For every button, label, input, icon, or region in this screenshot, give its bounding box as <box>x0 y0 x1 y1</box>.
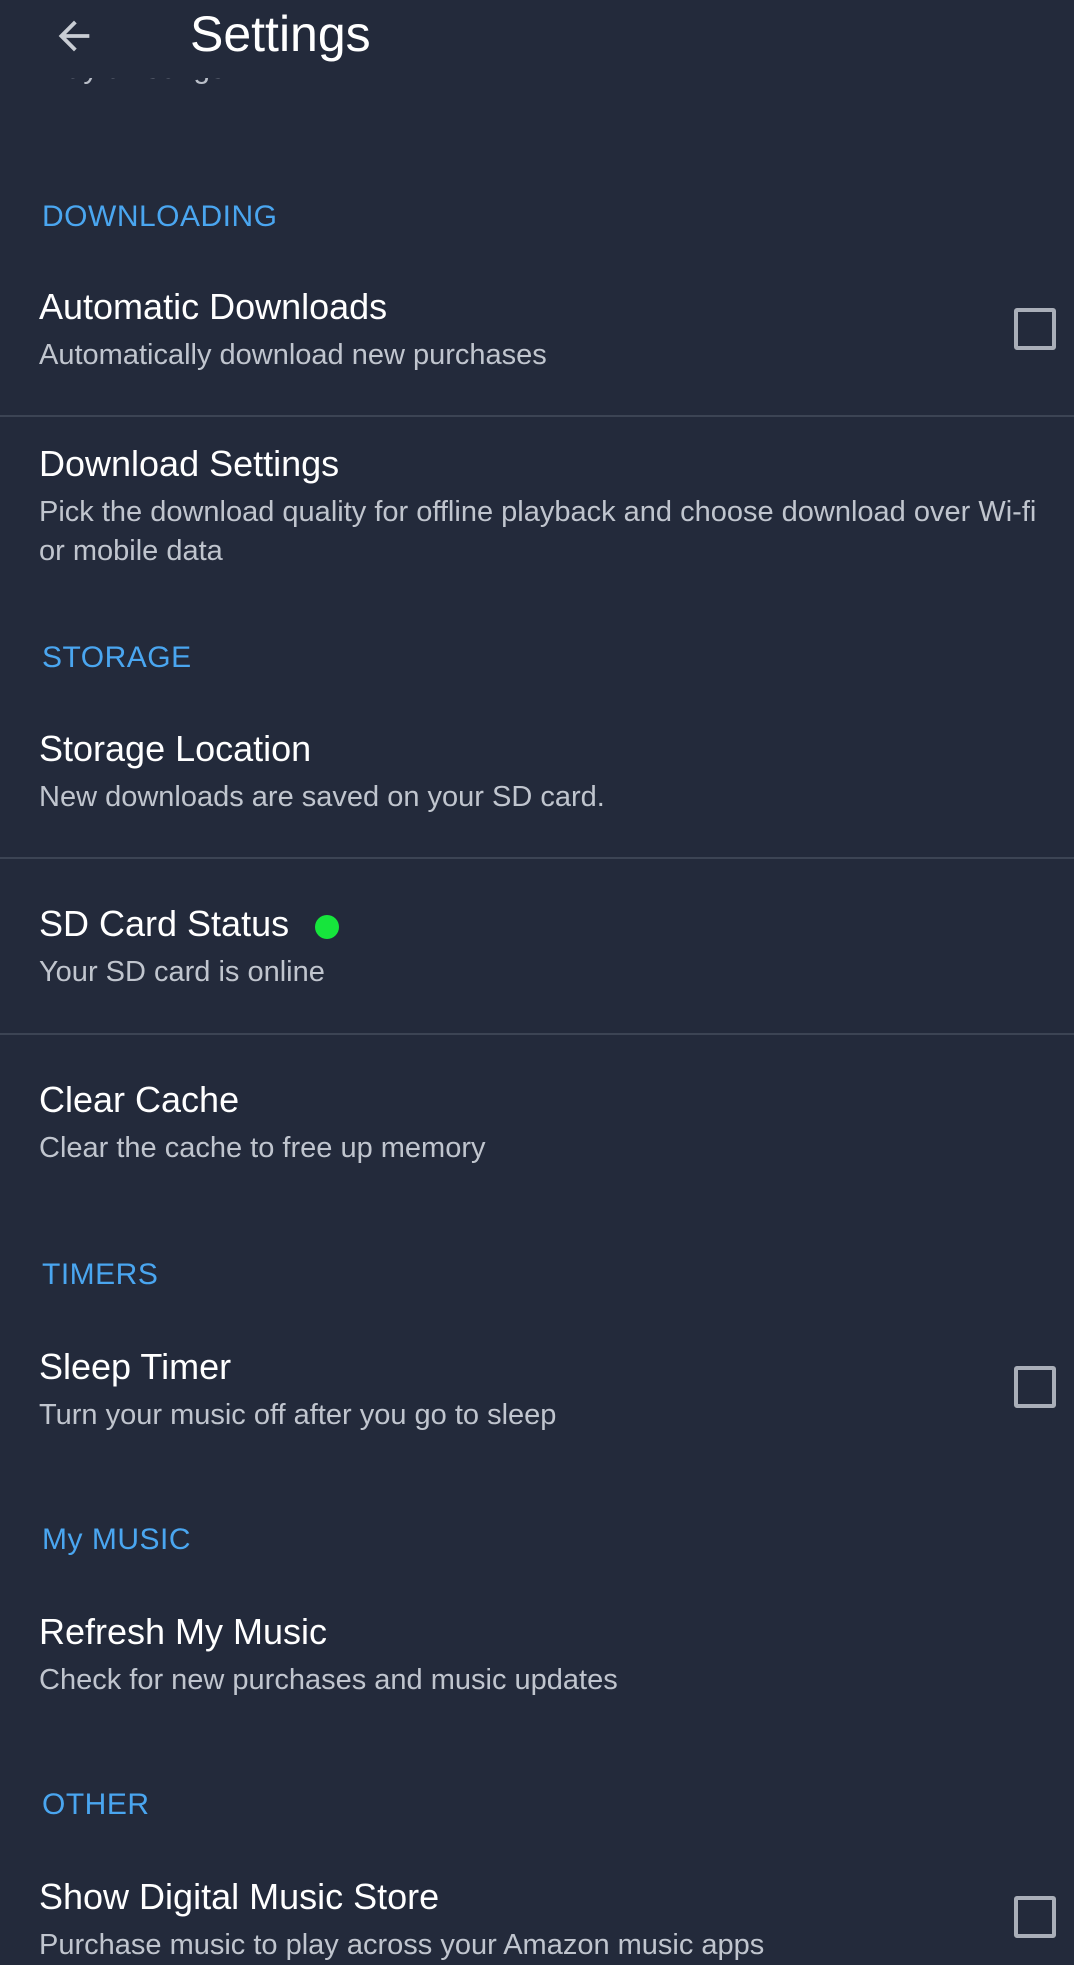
setting-subtitle: Turn your music off after you go to slee… <box>39 1399 557 1431</box>
top-app-bar: Settings <box>0 0 1074 78</box>
automatic-downloads-checkbox[interactable] <box>1014 308 1056 350</box>
partial-scrolled-label: Play all songs <box>40 78 225 86</box>
setting-title: Show Digital Music Store <box>39 1876 440 1917</box>
status-indicator-dot <box>315 915 339 939</box>
setting-title: Automatic Downloads <box>39 286 388 327</box>
show-digital-music-store-checkbox[interactable] <box>1014 1896 1056 1938</box>
setting-title: Storage Location <box>39 728 312 769</box>
sleep-timer-checkbox[interactable] <box>1014 1366 1056 1408</box>
setting-sleep-timer[interactable]: Sleep Timer Turn your music off after yo… <box>0 1330 1074 1480</box>
partial-scrolled-text: Play all songs <box>40 78 640 108</box>
setting-subtitle: Clear the cache to free up memory <box>39 1132 486 1164</box>
setting-subtitle: Check for new purchases and music update… <box>39 1664 618 1696</box>
setting-storage-location[interactable]: Storage Location New downloads are saved… <box>0 712 1074 857</box>
setting-clear-cache[interactable]: Clear Cache Clear the cache to free up m… <box>0 1035 1074 1205</box>
arrow-back-icon <box>58 20 90 52</box>
setting-title: Download Settings <box>39 443 340 484</box>
section-header-my-music: My MUSIC <box>42 1523 191 1556</box>
setting-title: Refresh My Music <box>39 1611 328 1652</box>
section-header-timers: TIMERS <box>42 1258 159 1291</box>
setting-title: SD Card Status <box>39 903 290 944</box>
setting-subtitle: Pick the download quality for offline pl… <box>39 496 1037 567</box>
setting-subtitle: New downloads are saved on your SD card. <box>39 781 605 813</box>
setting-show-digital-music-store[interactable]: Show Digital Music Store Purchase music … <box>0 1860 1074 1962</box>
setting-subtitle: Automatically download new purchases <box>39 339 547 371</box>
back-button[interactable] <box>42 4 106 68</box>
section-header-other: OTHER <box>42 1788 150 1821</box>
setting-subtitle: Your SD card is online <box>39 956 325 988</box>
setting-title: Clear Cache <box>39 1079 240 1120</box>
setting-sd-card-status[interactable]: SD Card Status Your SD card is online <box>0 859 1074 1034</box>
section-header-downloading: DOWNLOADING <box>42 200 278 233</box>
setting-download-settings[interactable]: Download Settings Pick the download qual… <box>0 417 1074 617</box>
setting-subtitle: Purchase music to play across your Amazo… <box>39 1929 765 1961</box>
page-title: Settings <box>190 6 371 62</box>
setting-refresh-my-music[interactable]: Refresh My Music Check for new purchases… <box>0 1595 1074 1745</box>
setting-automatic-downloads[interactable]: Automatic Downloads Automatically downlo… <box>0 268 1074 414</box>
setting-title: Sleep Timer <box>39 1346 232 1387</box>
section-header-storage: STORAGE <box>42 641 192 674</box>
